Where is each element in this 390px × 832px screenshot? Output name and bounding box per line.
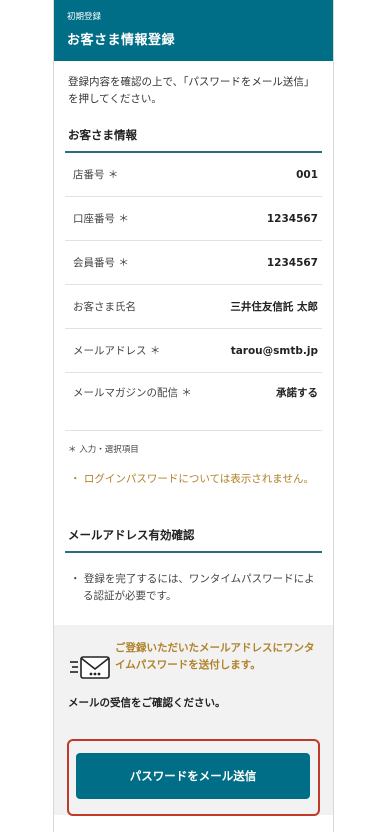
row-value: 承諾する bbox=[276, 387, 318, 399]
app-frame: 初期登録 お客さま情報登録 登録内容を確認の上で、「パスワードをメール送信」を押… bbox=[53, 0, 334, 832]
row-customer-name: お客さま氏名 三井住友信託 太郎 bbox=[65, 285, 322, 329]
otp-message: ご登録いただいたメールアドレスにワンタイムパスワードを送付します。 bbox=[115, 642, 315, 671]
row-branch-number: 店番号 ＊ 001 bbox=[65, 153, 322, 197]
required-note: ＊ 入力・選択項目 bbox=[68, 445, 139, 455]
row-value: 1234567 bbox=[266, 212, 318, 225]
main-content: 登録内容を確認の上で、「パスワードをメール送信」を押してください。 お客さま情報… bbox=[54, 74, 333, 815]
email-verify-title: メールアドレス有効確認 bbox=[65, 527, 322, 553]
row-newsletter: メールマガジンの配信 ＊ 承諾する bbox=[65, 373, 322, 431]
row-value: 001 bbox=[296, 168, 318, 181]
page-title: お客さま情報登録 bbox=[67, 33, 176, 48]
header-subtitle: 初期登録 bbox=[67, 12, 102, 22]
row-label: 会員番号 ＊ bbox=[73, 256, 129, 269]
row-label: 店番号 ＊ bbox=[73, 168, 119, 181]
row-label: お客さま氏名 bbox=[73, 300, 136, 313]
row-account-number: 口座番号 ＊ 1234567 bbox=[65, 197, 322, 241]
row-email: メールアドレス ＊ tarou@smtb.jp bbox=[65, 329, 322, 373]
row-member-number: 会員番号 ＊ 1234567 bbox=[65, 241, 322, 285]
row-value: tarou@smtb.jp bbox=[230, 344, 318, 357]
otp-row: ご登録いただいたメールアドレスにワンタイムパスワードを送付します。 bbox=[65, 640, 322, 684]
mail-icon bbox=[70, 656, 110, 679]
row-label: 口座番号 ＊ bbox=[73, 212, 129, 225]
row-label: メールアドレス ＊ bbox=[73, 344, 161, 357]
page-header: 初期登録 お客さま情報登録 bbox=[54, 0, 333, 61]
send-password-button[interactable]: パスワードをメール送信 bbox=[76, 753, 310, 799]
intro-text: 登録内容を確認の上で、「パスワードをメール送信」を押してください。 bbox=[68, 76, 315, 105]
otp-required-note: ・ 登録を完了するには、ワンタイムパスワードによる認証が必要です。 bbox=[70, 573, 315, 602]
row-label: メールマガジンの配信 ＊ bbox=[73, 387, 192, 399]
confirm-message: メールの受信をご確認ください。 bbox=[68, 697, 226, 709]
row-value: 三井住友信託 太郎 bbox=[230, 301, 318, 313]
password-note: ・ ログインパスワードについては表示されません。 bbox=[70, 473, 314, 485]
row-value: 1234567 bbox=[266, 256, 318, 269]
customer-info-title: お客さま情報 bbox=[65, 127, 322, 153]
